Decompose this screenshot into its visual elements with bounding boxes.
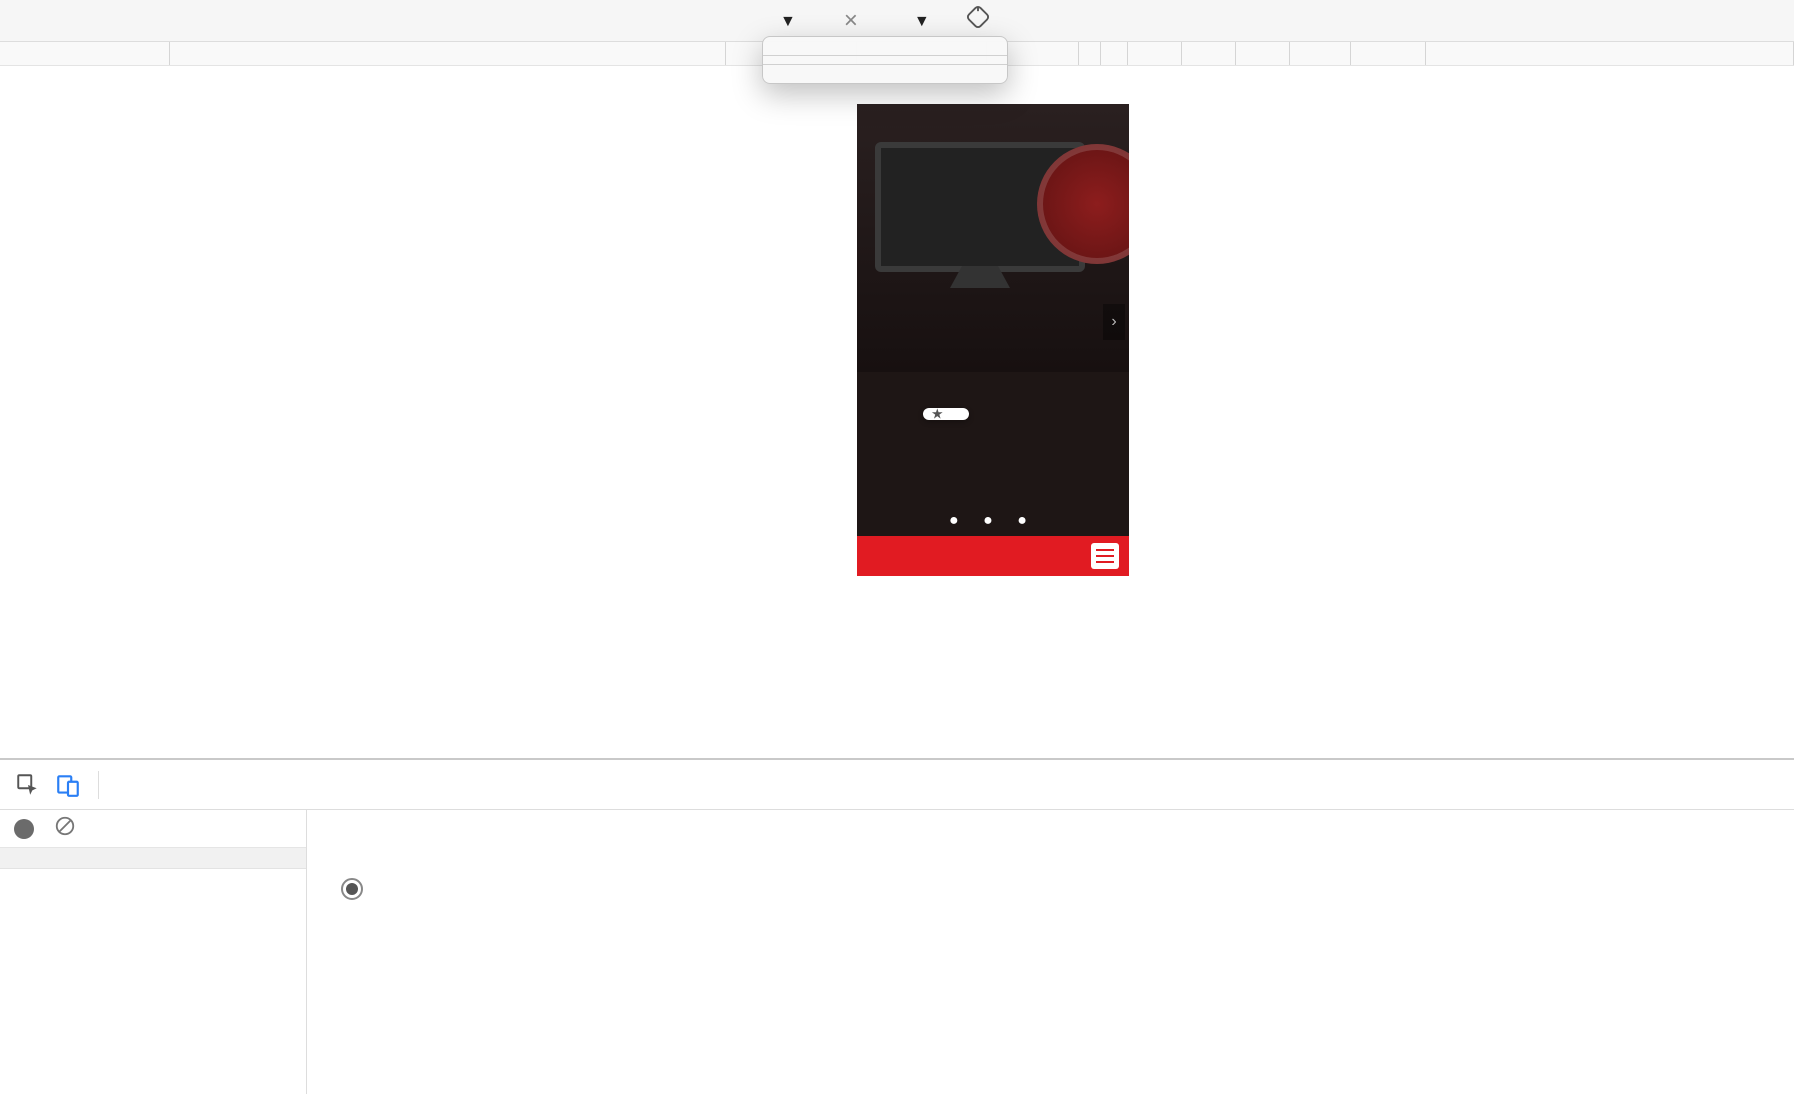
clear-button[interactable] <box>54 815 76 842</box>
viewport-area: › ★ ● ● ● <box>0 66 1794 758</box>
devtools-panel <box>0 758 1794 1094</box>
sidebar-section-profiles[interactable] <box>0 848 306 869</box>
chevron-down-icon: ▼ <box>780 13 796 31</box>
profiles-sidebar <box>0 810 307 1094</box>
device-select[interactable]: ▼ <box>772 12 796 30</box>
profiles-main <box>307 810 1794 1094</box>
brand-bar <box>857 536 1129 576</box>
carousel-next-button[interactable]: › <box>1103 304 1125 340</box>
cta-pill[interactable]: ★ <box>923 408 969 420</box>
rotate-icon[interactable] <box>964 3 992 38</box>
divider <box>98 771 99 799</box>
device-menu-item-edit[interactable] <box>763 73 1007 77</box>
chevron-down-icon: ▼ <box>914 13 930 31</box>
radio-selected-icon[interactable] <box>341 878 363 900</box>
menu-separator <box>763 64 1007 65</box>
profile-option-cpu[interactable] <box>341 874 1760 900</box>
toggle-device-toolbar-button[interactable] <box>48 772 88 798</box>
device-menu <box>762 36 1008 84</box>
zoom-select[interactable]: ▼ <box>906 12 930 30</box>
hamburger-menu-button[interactable] <box>1091 543 1119 569</box>
star-icon: ★ <box>931 406 944 423</box>
inspect-element-button[interactable] <box>8 772 48 798</box>
menu-separator <box>763 55 1007 56</box>
devtools-tabs <box>0 760 1794 810</box>
times-icon: × <box>844 7 858 35</box>
chevron-right-icon: › <box>1111 313 1116 331</box>
viewport-dimensions: × <box>830 7 872 35</box>
device-menu-item-responsive[interactable] <box>763 43 1007 47</box>
profiles-controls <box>0 810 306 848</box>
hero-area <box>857 104 1129 372</box>
carousel-dots[interactable]: ● ● ● <box>857 512 1129 530</box>
record-button[interactable] <box>14 819 34 839</box>
mobile-preview: › ★ ● ● ● <box>857 104 1129 576</box>
